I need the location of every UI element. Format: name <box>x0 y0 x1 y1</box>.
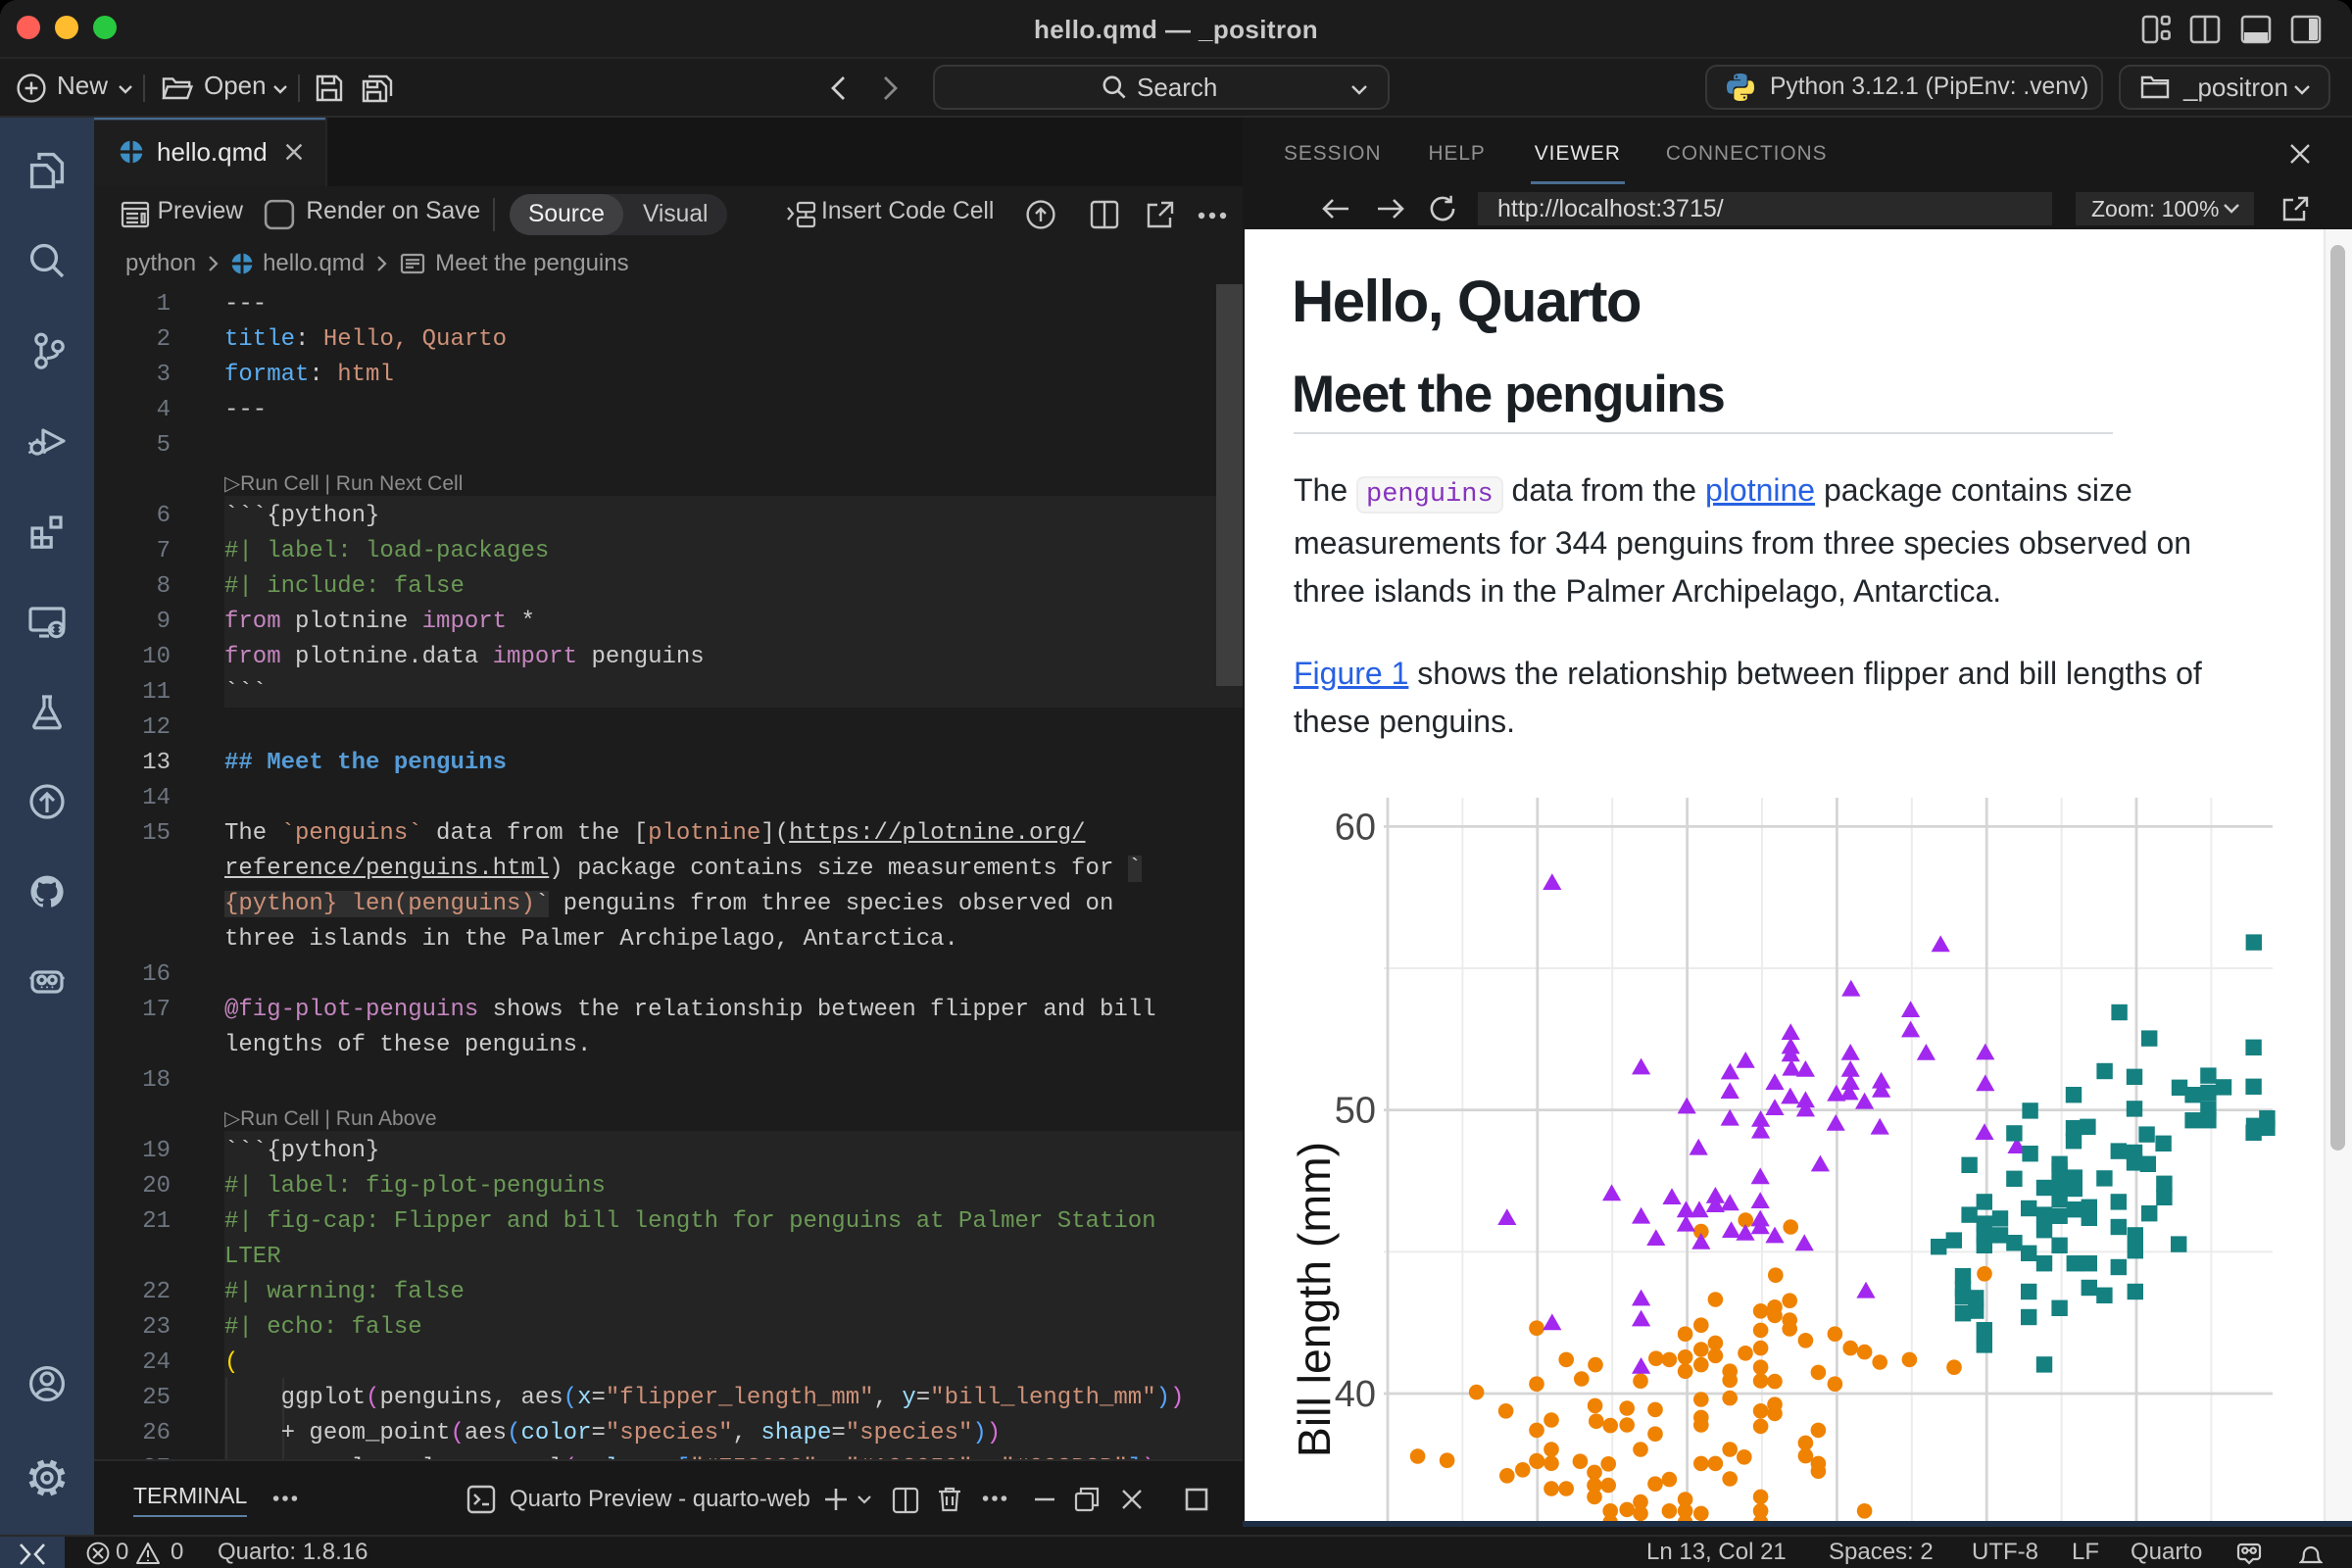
svg-text:60: 60 <box>1335 807 1376 848</box>
svg-text:50: 50 <box>1335 1091 1376 1132</box>
svg-text:40: 40 <box>1335 1374 1376 1415</box>
svg-text:Bill length (mm): Bill length (mm) <box>1289 1142 1340 1457</box>
